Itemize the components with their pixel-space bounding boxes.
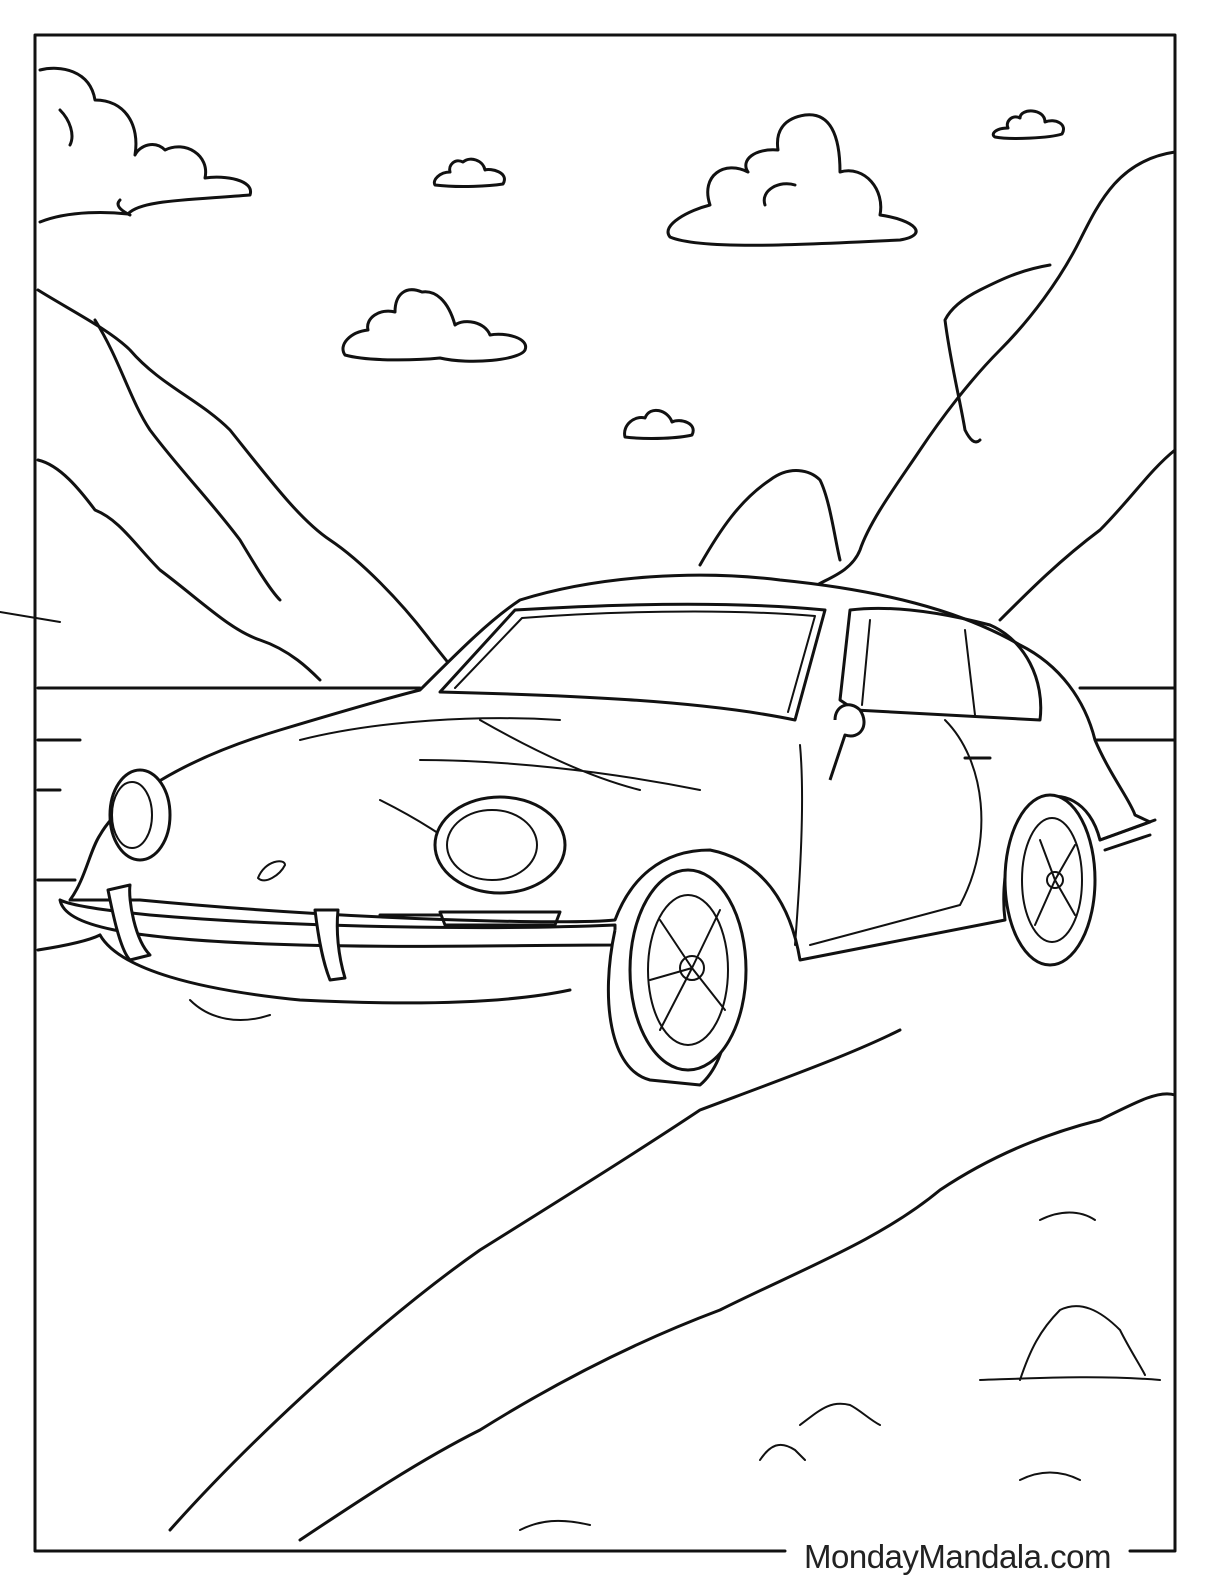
stray-line bbox=[0, 611, 61, 623]
footer-credit: MondayMandala.com bbox=[795, 1538, 1120, 1576]
road bbox=[36, 933, 1177, 1542]
coloring-page-illustration bbox=[0, 33, 1177, 1553]
clouds bbox=[38, 66, 1065, 440]
porsche-car bbox=[58, 573, 1157, 1087]
